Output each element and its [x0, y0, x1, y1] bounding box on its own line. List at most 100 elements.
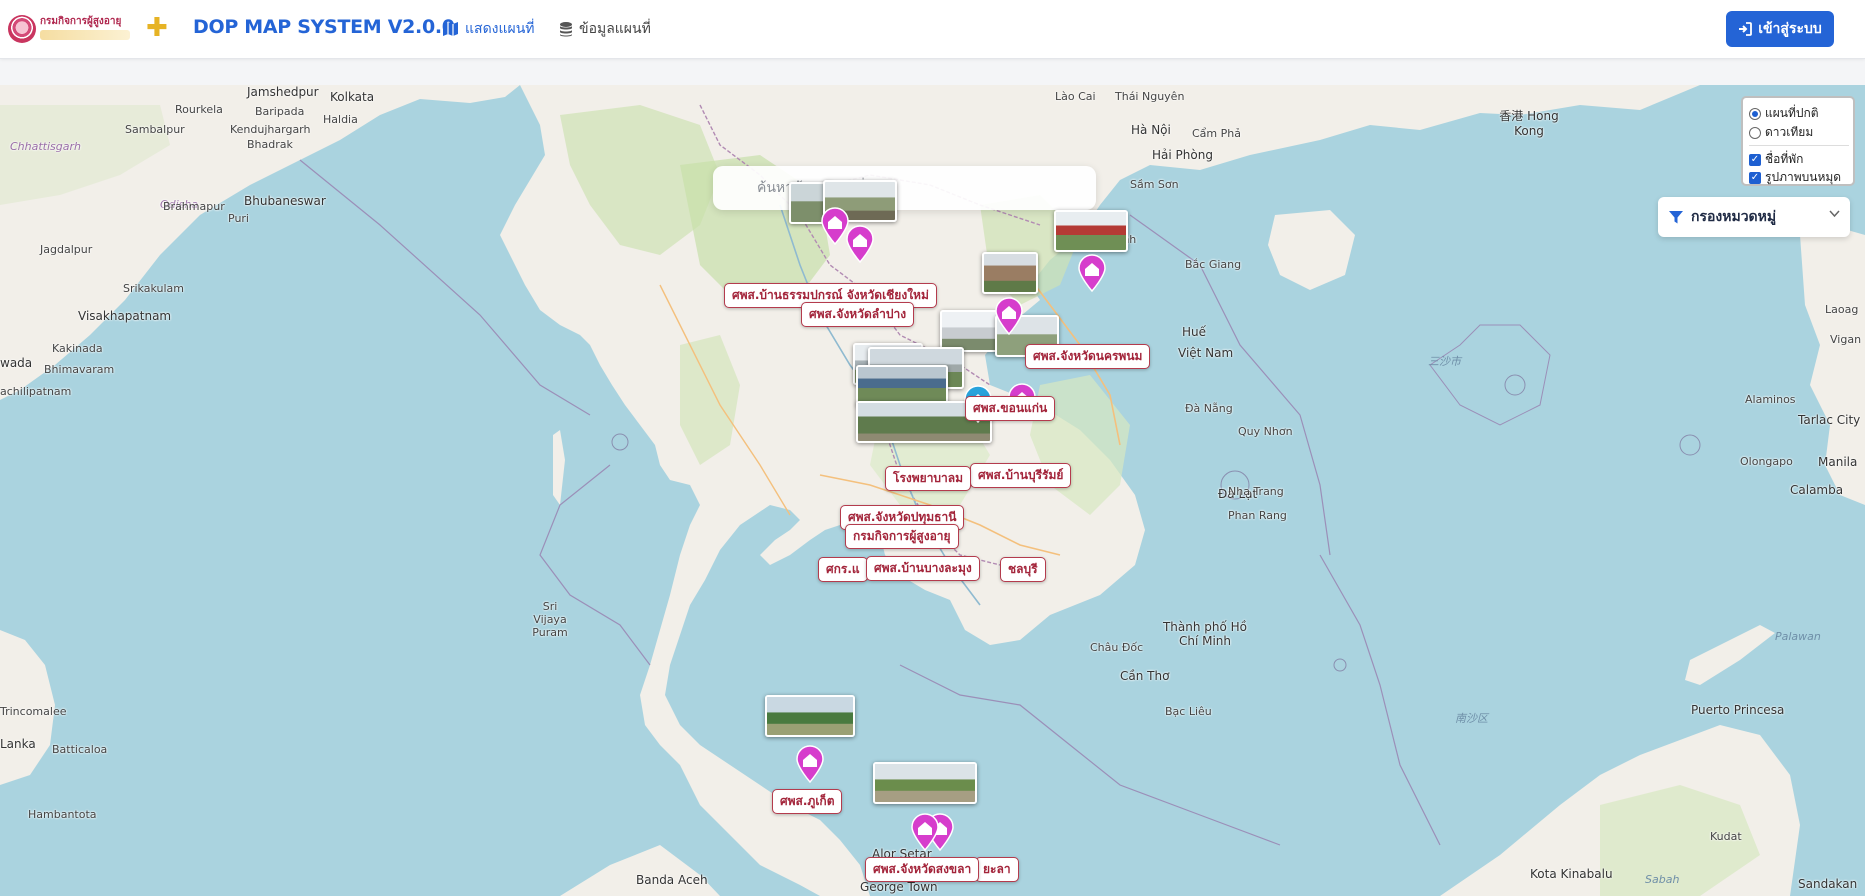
photo-thumbnail[interactable] — [982, 252, 1038, 294]
place-chau-doc: Châu Đốc — [1090, 641, 1144, 654]
photo-thumbnail[interactable] — [1054, 210, 1128, 252]
place-label[interactable]: ศพส.ภูเก็ต — [772, 789, 843, 814]
map-canvas[interactable]: Jamshedpur Kolkata Rourkela Baripada Hal… — [0, 85, 1865, 896]
layer-show-images-label: รูปภาพบนหมุด — [1765, 170, 1842, 184]
place-sam-son: Sầm Sơn — [1130, 178, 1179, 191]
place-trincomalee: Trincomalee — [0, 705, 67, 718]
place-baripada: Baripada — [255, 105, 305, 118]
layer-show-images[interactable]: ✓ รูปภาพบนหมุด — [1749, 168, 1841, 187]
place-haiphong: Hải Phòng — [1152, 148, 1213, 162]
layer-normal-map[interactable]: แผนที่ปกติ — [1749, 104, 1819, 123]
place-bhubaneswar: Bhubaneswar — [244, 194, 326, 208]
layer-control: แผนที่ปกติ ดาวเทียม ✓ ชื่อที่พัก ✓ รูปภา… — [1741, 96, 1855, 186]
sea-sansha: 三沙市 — [1428, 355, 1461, 368]
database-icon — [560, 21, 572, 36]
place-chhattisgarh: Chhattisgarh — [10, 140, 81, 153]
brand-title[interactable]: DOP MAP SYSTEM V2.0.0 — [193, 16, 455, 38]
layer-satellite-label: ดาวเทียม — [1765, 125, 1814, 139]
home-pin-icon[interactable] — [910, 813, 940, 851]
map-icon — [443, 22, 458, 36]
logo-text: กรมกิจการผู้สูงอายุ — [40, 16, 122, 27]
place-puri: Puri — [228, 212, 249, 225]
place-label[interactable]: ชลบุรี — [1000, 557, 1046, 582]
radio-normal-map[interactable] — [1749, 107, 1761, 120]
place-vada: wada — [0, 356, 33, 370]
plus-cross-icon: ✚ — [146, 13, 168, 43]
chevron-down-icon — [1829, 210, 1840, 218]
place-machilipatnam: achilipatnam — [0, 385, 72, 398]
place-manila: Manila — [1818, 455, 1858, 469]
place-batticaloa: Batticaloa — [52, 743, 108, 756]
nav-map-data[interactable]: ข้อมูลแผนที่ — [560, 18, 651, 40]
place-label[interactable]: ศพส.จังหวัดนครพนม — [1025, 344, 1151, 369]
place-can-tho: Cần Thơ — [1120, 669, 1170, 683]
place-alaminos: Alaminos — [1745, 393, 1796, 406]
place-quy-nhon: Quy Nhơn — [1238, 425, 1293, 438]
nav-show-map-label: แสดงแผนที่ — [465, 21, 535, 37]
place-laoag: Laoag — [1825, 303, 1859, 316]
place-label[interactable]: ศพส.จังหวัดสงขลา — [865, 857, 980, 882]
login-button[interactable]: เข้าสู่ระบบ — [1726, 11, 1834, 47]
place-cam-pha: Cẩm Phả — [1192, 127, 1241, 140]
place-rourkela: Rourkela — [175, 103, 223, 116]
place-label[interactable]: ศพส.จังหวัดลำปาง — [801, 302, 915, 327]
place-label[interactable]: ศพส.ขอนแก่น — [965, 396, 1056, 421]
checkbox-show-images[interactable]: ✓ — [1749, 171, 1761, 184]
layer-show-names[interactable]: ✓ ชื่อที่พัก — [1749, 150, 1803, 169]
category-filter-dropdown[interactable]: กรองหมวดหมู่ — [1658, 197, 1850, 237]
layer-divider — [1749, 145, 1849, 146]
home-pin-icon[interactable] — [994, 297, 1024, 335]
place-olongapo: Olongapo — [1740, 455, 1793, 468]
place-thai-nguyen: Thái Nguyên — [1115, 90, 1185, 103]
place-hue: Huế — [1182, 325, 1207, 339]
dop-seal-icon — [8, 15, 36, 43]
place-bhadrak: Bhadrak — [247, 138, 293, 151]
place-vigan: Vigan — [1830, 333, 1862, 346]
place-vietnam: Việt Nam — [1178, 346, 1234, 360]
layer-normal-map-label: แผนที่ปกติ — [1765, 106, 1819, 120]
place-brahmapur: Brahmapur — [163, 200, 225, 213]
place-lao-cai: Lào Cai — [1055, 90, 1096, 103]
place-sambalpur: Sambalpur — [125, 123, 185, 136]
radio-satellite[interactable] — [1749, 126, 1761, 139]
place-kudat: Kudat — [1710, 830, 1742, 843]
place-banda-aceh: Banda Aceh — [636, 873, 708, 887]
nav-show-map[interactable]: แสดงแผนที่ — [443, 18, 535, 40]
sea-sabah: Sabah — [1645, 873, 1680, 886]
filter-icon — [1669, 210, 1683, 223]
home-pin-icon[interactable] — [795, 745, 825, 783]
place-danang: Đà Nẵng — [1185, 402, 1233, 415]
place-label[interactable]: กรมกิจการผู้สูงอายุ — [845, 524, 959, 549]
nav-map-data-label: ข้อมูลแผนที่ — [579, 21, 651, 37]
home-pin-icon[interactable] — [845, 225, 875, 263]
place-label[interactable]: ศพส.บ้านบางละมุง — [866, 556, 980, 581]
place-hong-kong: 香港 Hong Kong — [1499, 109, 1559, 138]
place-bac-lieu: Bạc Liêu — [1165, 705, 1212, 718]
place-label[interactable]: ศพส.บ้านบุรีรัมย์ — [970, 463, 1072, 488]
place-sri-vijaya: Sri Vijaya Puram — [532, 600, 568, 639]
photo-thumbnail[interactable] — [873, 762, 977, 804]
place-jamshedpur: Jamshedpur — [247, 85, 319, 99]
place-nha-trang: Nha Trang — [1228, 485, 1284, 498]
place-hcmc: Thành phố Hồ Chí Minh — [1162, 620, 1248, 648]
logo-subtitle-bar — [40, 30, 130, 40]
layer-satellite[interactable]: ดาวเทียม — [1749, 123, 1813, 142]
place-phan-rang: Phan Rang — [1228, 509, 1287, 522]
place-calamba: Calamba — [1790, 483, 1844, 497]
place-kolkata: Kolkata — [330, 90, 375, 104]
place-srikakulam: Srikakulam — [123, 282, 184, 295]
sign-in-icon — [1739, 22, 1753, 36]
place-hambantota: Hambantota — [28, 808, 97, 821]
place-label[interactable]: ศกร.แ — [818, 557, 868, 582]
login-button-label: เข้าสู่ระบบ — [1758, 21, 1822, 37]
place-bac-giang: Bắc Giang — [1185, 258, 1242, 271]
place-label[interactable]: ยะลา — [975, 857, 1019, 882]
place-sandakan: Sandakan — [1798, 877, 1858, 891]
place-george-town: George Town — [860, 880, 938, 894]
photo-thumbnail[interactable] — [765, 695, 855, 737]
dop-logo[interactable]: กรมกิจการผู้สูงอายุ ✚ — [8, 11, 168, 47]
place-label[interactable]: โรงพยาบาลม — [885, 466, 972, 491]
home-pin-icon[interactable] — [1077, 254, 1107, 292]
checkbox-show-names[interactable]: ✓ — [1749, 153, 1761, 166]
place-kendujhargarh: Kendujhargarh — [230, 123, 311, 136]
